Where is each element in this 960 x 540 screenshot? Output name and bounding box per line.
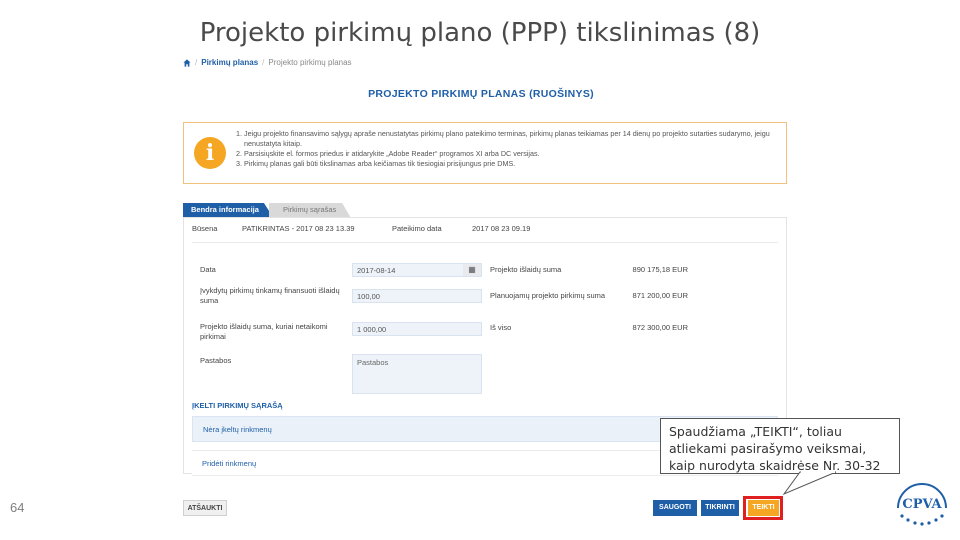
callout-pointer bbox=[782, 471, 837, 496]
